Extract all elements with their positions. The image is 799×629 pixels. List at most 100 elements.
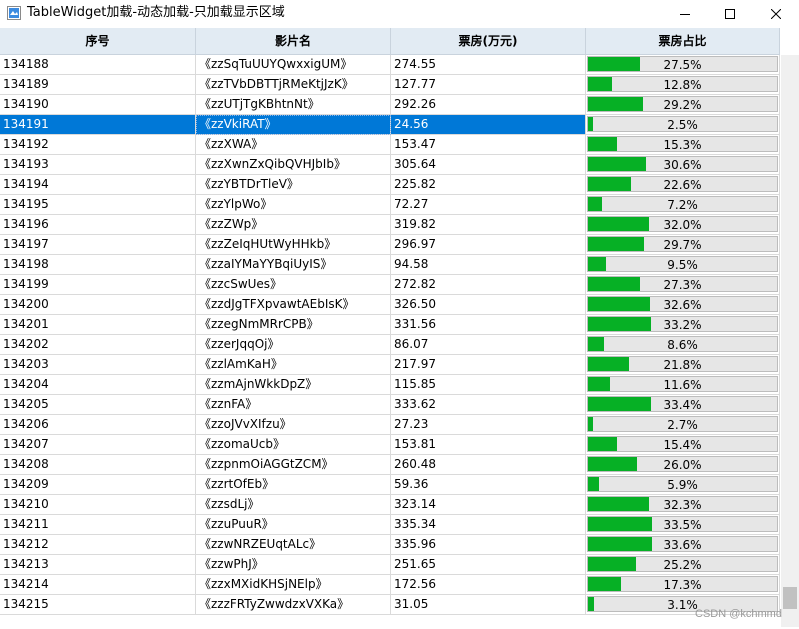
header-box-office-share[interactable]: 票房占比 [586,28,780,55]
cell-box-office[interactable]: 153.81 [391,435,586,455]
cell-film-name[interactable]: 《zzSqTuUUYQwxxigUM》 [196,55,391,75]
table-row[interactable]: 134195 《zzYlpWo》 72.27 7.2% [0,195,780,215]
cell-box-office-share[interactable]: 26.0% [586,455,780,475]
cell-box-office-share[interactable]: 15.4% [586,435,780,455]
table-row[interactable]: 134209 《zzrtOfEb》 59.36 5.9% [0,475,780,495]
cell-box-office-share[interactable]: 2.7% [586,415,780,435]
header-film-name[interactable]: 影片名 [196,28,391,55]
cell-box-office[interactable]: 335.34 [391,515,586,535]
table-row[interactable]: 134202 《zzerJqqOj》 86.07 8.6% [0,335,780,355]
cell-id[interactable]: 134208 [0,455,196,475]
cell-box-office-share[interactable]: 33.4% [586,395,780,415]
table-row[interactable]: 134201 《zzegNmMRrCPB》 331.56 33.2% [0,315,780,335]
table-row[interactable]: 134194 《zzYBTDrTleV》 225.82 22.6% [0,175,780,195]
table-row[interactable]: 134204 《zzmAjnWkkDpZ》 115.85 11.6% [0,375,780,395]
cell-film-name[interactable]: 《zzwPhJ》 [196,555,391,575]
table-row[interactable]: 134199 《zzcSwUes》 272.82 27.3% [0,275,780,295]
cell-box-office[interactable]: 326.50 [391,295,586,315]
cell-box-office-share[interactable]: 30.6% [586,155,780,175]
table-row[interactable]: 134191 《zzVkiRAT》 24.56 2.5% [0,115,780,135]
cell-film-name[interactable]: 《zzZWp》 [196,215,391,235]
cell-id[interactable]: 134190 [0,95,196,115]
cell-film-name[interactable]: 《zzUTjTgKBhtnNt》 [196,95,391,115]
cell-box-office[interactable]: 335.96 [391,535,586,555]
cell-box-office[interactable]: 333.62 [391,395,586,415]
cell-box-office-share[interactable]: 17.3% [586,575,780,595]
cell-id[interactable]: 134196 [0,215,196,235]
cell-box-office-share[interactable]: 32.3% [586,495,780,515]
cell-box-office[interactable]: 274.55 [391,55,586,75]
cell-box-office[interactable]: 319.82 [391,215,586,235]
cell-id[interactable]: 134198 [0,255,196,275]
table-row[interactable]: 134206 《zzoJVvXIfzu》 27.23 2.7% [0,415,780,435]
cell-box-office-share[interactable]: 27.3% [586,275,780,295]
cell-film-name[interactable]: 《zzcSwUes》 [196,275,391,295]
cell-film-name[interactable]: 《zzmAjnWkkDpZ》 [196,375,391,395]
cell-box-office-share[interactable]: 33.5% [586,515,780,535]
cell-film-name[interactable]: 《zznFA》 [196,395,391,415]
table-row[interactable]: 134215 《zzzFRTyZwwdzxVXKa》 31.05 3.1% [0,595,780,615]
cell-box-office-share[interactable]: 29.7% [586,235,780,255]
table-row[interactable]: 134198 《zzaIYMaYYBqiUyIS》 94.58 9.5% [0,255,780,275]
cell-box-office[interactable]: 127.77 [391,75,586,95]
cell-id[interactable]: 134202 [0,335,196,355]
cell-box-office-share[interactable]: 33.2% [586,315,780,335]
cell-id[interactable]: 134201 [0,315,196,335]
table-row[interactable]: 134211 《zzuPuuR》 335.34 33.5% [0,515,780,535]
cell-id[interactable]: 134188 [0,55,196,75]
header-id[interactable]: 序号 [0,28,196,55]
cell-film-name[interactable]: 《zzzFRTyZwwdzxVXKa》 [196,595,391,615]
cell-id[interactable]: 134206 [0,415,196,435]
cell-box-office-share[interactable]: 7.2% [586,195,780,215]
table-row[interactable]: 134189 《zzTVbDBTTjRMeKtjJzK》 127.77 12.8% [0,75,780,95]
scrollbar-thumb[interactable] [783,587,797,609]
cell-id[interactable]: 134189 [0,75,196,95]
cell-id[interactable]: 134195 [0,195,196,215]
cell-box-office-share[interactable]: 9.5% [586,255,780,275]
table-row[interactable]: 134213 《zzwPhJ》 251.65 25.2% [0,555,780,575]
cell-film-name[interactable]: 《zzdJgTFXpvawtAEbIsK》 [196,295,391,315]
cell-film-name[interactable]: 《zzpnmOiAGGtZCM》 [196,455,391,475]
table-row[interactable]: 134212 《zzwNRZEUqtALc》 335.96 33.6% [0,535,780,555]
cell-id[interactable]: 134207 [0,435,196,455]
table-row[interactable]: 134196 《zzZWp》 319.82 32.0% [0,215,780,235]
cell-film-name[interactable]: 《zzaIYMaYYBqiUyIS》 [196,255,391,275]
cell-film-name[interactable]: 《zzsdLj》 [196,495,391,515]
table-row[interactable]: 134200 《zzdJgTFXpvawtAEbIsK》 326.50 32.6% [0,295,780,315]
cell-box-office[interactable]: 272.82 [391,275,586,295]
table-row[interactable]: 134203 《zzlAmKaH》 217.97 21.8% [0,355,780,375]
cell-id[interactable]: 134197 [0,235,196,255]
cell-id[interactable]: 134214 [0,575,196,595]
cell-box-office[interactable]: 331.56 [391,315,586,335]
cell-id[interactable]: 134191 [0,115,196,135]
cell-id[interactable]: 134192 [0,135,196,155]
cell-box-office[interactable]: 27.23 [391,415,586,435]
cell-film-name[interactable]: 《zzTVbDBTTjRMeKtjJzK》 [196,75,391,95]
cell-box-office[interactable]: 292.26 [391,95,586,115]
cell-film-name[interactable]: 《zzXwnZxQibQVHJbIb》 [196,155,391,175]
cell-film-name[interactable]: 《zzxMXidKHSjNElp》 [196,575,391,595]
cell-id[interactable]: 134194 [0,175,196,195]
minimize-button[interactable] [662,0,708,27]
cell-id[interactable]: 134205 [0,395,196,415]
cell-id[interactable]: 134211 [0,515,196,535]
cell-id[interactable]: 134200 [0,295,196,315]
cell-film-name[interactable]: 《zzZeIqHUtWyHHkb》 [196,235,391,255]
cell-box-office[interactable]: 31.05 [391,595,586,615]
cell-box-office-share[interactable]: 15.3% [586,135,780,155]
cell-box-office[interactable]: 24.56 [391,115,586,135]
cell-box-office[interactable]: 323.14 [391,495,586,515]
table-row[interactable]: 134205 《zznFA》 333.62 33.4% [0,395,780,415]
cell-box-office-share[interactable]: 32.0% [586,215,780,235]
header-box-office[interactable]: 票房(万元) [391,28,586,55]
cell-id[interactable]: 134212 [0,535,196,555]
cell-film-name[interactable]: 《zzerJqqOj》 [196,335,391,355]
table-row[interactable]: 134208 《zzpnmOiAGGtZCM》 260.48 26.0% [0,455,780,475]
cell-box-office[interactable]: 305.64 [391,155,586,175]
cell-id[interactable]: 134210 [0,495,196,515]
cell-film-name[interactable]: 《zzYBTDrTleV》 [196,175,391,195]
cell-film-name[interactable]: 《zzrtOfEb》 [196,475,391,495]
cell-film-name[interactable]: 《zzomaUcb》 [196,435,391,455]
cell-film-name[interactable]: 《zzXWA》 [196,135,391,155]
maximize-button[interactable] [707,0,753,27]
